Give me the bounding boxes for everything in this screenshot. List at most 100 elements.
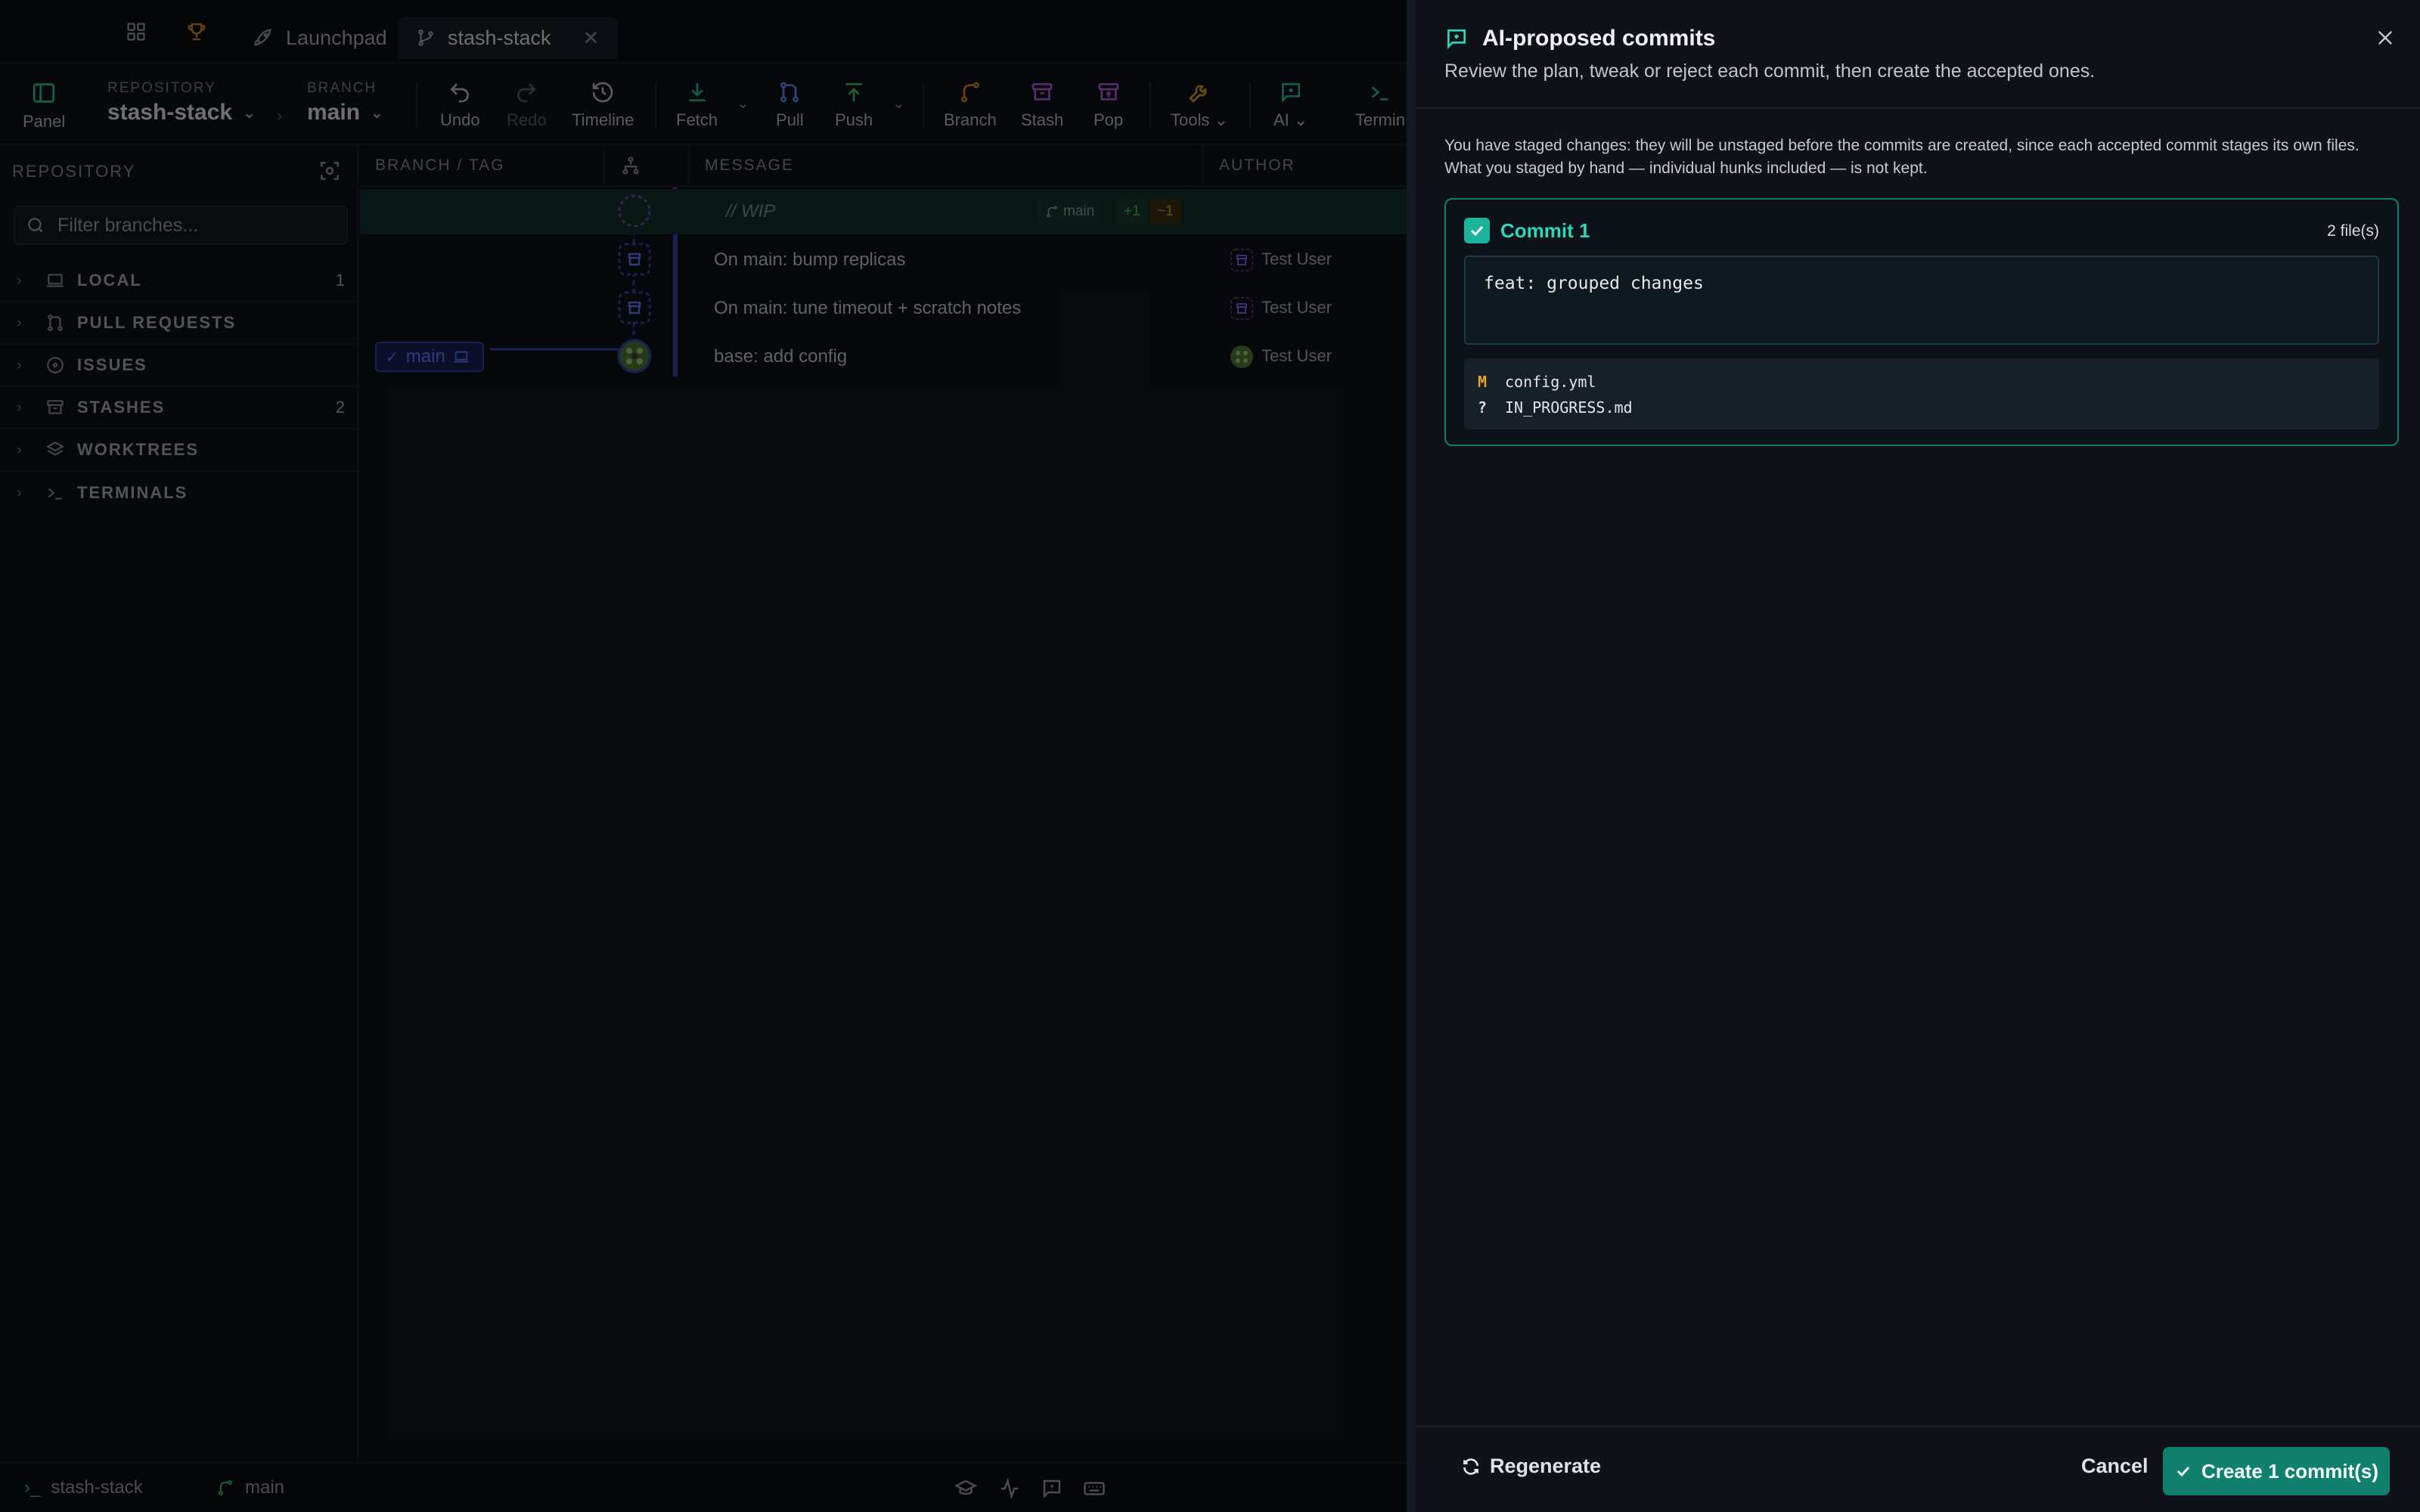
sidebar-section-terminals[interactable]: › TERMINALS xyxy=(0,472,357,514)
feedback-icon[interactable] xyxy=(1041,1477,1063,1500)
sidebar-section-label: TERMINALS xyxy=(77,483,188,502)
trophy-icon[interactable] xyxy=(182,17,212,47)
panel-button[interactable]: Panel xyxy=(23,80,65,132)
close-button[interactable] xyxy=(2370,23,2400,53)
drawer-title: AI-proposed commits xyxy=(1444,26,1715,51)
commit-message: On main: tune timeout + scratch notes xyxy=(714,298,1022,318)
push-button[interactable]: Push xyxy=(835,80,873,130)
graph-row[interactable]: ✓ main base: add config Test User xyxy=(360,334,1407,380)
graph-row[interactable]: On main: bump replicas Test User xyxy=(360,237,1407,283)
file-status-badge: M xyxy=(1478,373,1488,391)
regenerate-label: Regenerate xyxy=(1490,1455,1602,1477)
timeline-button[interactable]: Timeline xyxy=(572,80,634,130)
undo-button[interactable]: Undo xyxy=(440,80,480,130)
fetch-label: Fetch xyxy=(676,110,718,129)
pop-label: Pop xyxy=(1094,110,1124,129)
wip-label: // WIP xyxy=(726,201,776,222)
column-header-message[interactable]: MESSAGE xyxy=(690,145,1204,187)
file-row[interactable]: ? IN_PROGRESS.md xyxy=(1478,395,2366,420)
wip-added-badge: +1 xyxy=(1116,200,1148,224)
status-branch-label: main xyxy=(245,1477,285,1498)
create-commits-label: Create 1 commit(s) xyxy=(2201,1459,2379,1483)
sidebar-section-pull-requests[interactable]: › PULL REQUESTS xyxy=(0,302,357,345)
redo-icon xyxy=(517,83,536,103)
tab-close-icon[interactable]: ✕ xyxy=(583,26,600,50)
column-header-graph[interactable] xyxy=(605,145,690,187)
history-icon xyxy=(592,82,613,103)
drawer-subtitle: Review the plan, tweak or reject each co… xyxy=(1444,60,2096,82)
drawer-footer: Regenerate Cancel Create 1 commit(s) xyxy=(1416,1426,2420,1512)
layers-icon xyxy=(45,440,67,460)
sidebar-section-issues[interactable]: › ISSUES xyxy=(0,345,357,387)
sidebar-section-worktrees[interactable]: › WORKTREES xyxy=(0,429,357,472)
grid-icon[interactable] xyxy=(121,17,151,47)
fetch-button[interactable]: Fetch xyxy=(676,80,718,130)
commit-message-input[interactable]: feat: grouped changes xyxy=(1464,256,2379,345)
status-repo[interactable]: ›_ stash-stack xyxy=(24,1477,143,1498)
chevron-right-icon: › xyxy=(17,441,22,458)
branch-selector[interactable]: BRANCH main ⌄ xyxy=(307,80,383,125)
branch-ref-main[interactable]: ✓ main xyxy=(375,342,484,372)
sidebar-section-label: WORKTREES xyxy=(77,440,199,459)
branch-filter[interactable] xyxy=(14,206,348,245)
stash-label: Stash xyxy=(1021,110,1064,129)
regenerate-button[interactable]: Regenerate xyxy=(1461,1455,1601,1478)
redo-button[interactable]: Redo xyxy=(507,80,547,130)
wip-node xyxy=(618,194,651,228)
create-commits-button[interactable]: Create 1 commit(s) xyxy=(2163,1447,2390,1495)
panel-icon xyxy=(33,83,55,103)
sidebar-section-label: LOCAL xyxy=(77,271,142,290)
fetch-dropdown-icon[interactable]: ⌄ xyxy=(737,94,749,113)
wip-branch-pill: main xyxy=(1038,200,1103,224)
stash-node xyxy=(618,243,651,276)
repository-selector[interactable]: REPOSITORY stash-stack ⌄ xyxy=(107,80,256,125)
push-dropdown-icon[interactable]: ⌄ xyxy=(892,94,905,113)
commit-avatar-node xyxy=(617,339,652,373)
git-branch-icon xyxy=(960,82,979,103)
rocket-icon xyxy=(253,27,274,48)
branch-button[interactable]: Branch xyxy=(944,80,997,130)
download-icon xyxy=(688,83,706,101)
repository-caption: REPOSITORY xyxy=(107,80,216,96)
terminal-icon xyxy=(45,483,67,503)
branch-icon xyxy=(416,28,436,48)
sidebar-section-label: ISSUES xyxy=(77,355,147,374)
tab-launchpad-label: Launchpad xyxy=(286,26,387,49)
graph-row-wip[interactable]: // WIP main +1 ~1 xyxy=(360,189,1407,234)
stash-button[interactable]: Stash xyxy=(1021,80,1063,130)
keyboard-icon[interactable] xyxy=(1083,1477,1106,1500)
repository-sidebar: REPOSITORY › LOCAL 1 › PULL REQUESTS › I… xyxy=(0,145,358,1462)
file-status-badge: ? xyxy=(1478,398,1488,417)
proposed-commit-card: Commit 1 2 file(s) feat: grouped changes… xyxy=(1444,198,2399,446)
wip-modified-badge: ~1 xyxy=(1150,200,1181,224)
status-branch[interactable]: main xyxy=(216,1477,284,1498)
cancel-button[interactable]: Cancel xyxy=(2081,1455,2149,1478)
tab-launchpad[interactable]: Launchpad xyxy=(234,17,405,59)
pull-button[interactable]: Pull xyxy=(776,80,804,130)
archive-icon xyxy=(1032,83,1053,101)
column-header-branch-tag[interactable]: BRANCH / TAG xyxy=(360,145,605,187)
sidebar-section-local[interactable]: › LOCAL 1 xyxy=(0,260,357,302)
tab-stash-stack[interactable]: stash-stack ✕ xyxy=(398,17,618,59)
ai-button[interactable]: AI ⌄ xyxy=(1274,80,1308,130)
focus-icon[interactable] xyxy=(318,159,342,183)
graph-row[interactable]: On main: tune timeout + scratch notes Te… xyxy=(360,286,1407,331)
file-row[interactable]: M config.yml xyxy=(1478,369,2366,395)
main-app: Launchpad stash-stack ✕ Panel REPOSITORY… xyxy=(0,0,1407,1512)
tools-button[interactable]: Tools ⌄ xyxy=(1171,80,1228,130)
ai-label: AI ⌄ xyxy=(1274,110,1308,129)
sidebar-section-stashes[interactable]: › STASHES 2 xyxy=(0,387,357,429)
sidebar-section-count: 1 xyxy=(335,271,345,290)
commit-graph: BRANCH / TAG MESSAGE AUTHOR // WIP main … xyxy=(360,145,1407,1462)
column-header-author[interactable]: AUTHOR xyxy=(1204,145,1407,187)
pop-button[interactable]: Pop xyxy=(1094,80,1123,130)
activity-icon[interactable] xyxy=(998,1477,1021,1500)
chevron-right-icon: › xyxy=(17,314,22,331)
sidebar-section-label: PULL REQUESTS xyxy=(77,313,237,332)
chevron-right-icon: › xyxy=(17,398,22,416)
terminal-button[interactable]: Termin xyxy=(1355,80,1405,130)
check-icon xyxy=(1470,225,1484,237)
graduation-cap-icon[interactable] xyxy=(954,1477,977,1500)
branch-filter-input[interactable] xyxy=(57,214,345,237)
commit-accept-checkbox[interactable] xyxy=(1464,218,1490,243)
